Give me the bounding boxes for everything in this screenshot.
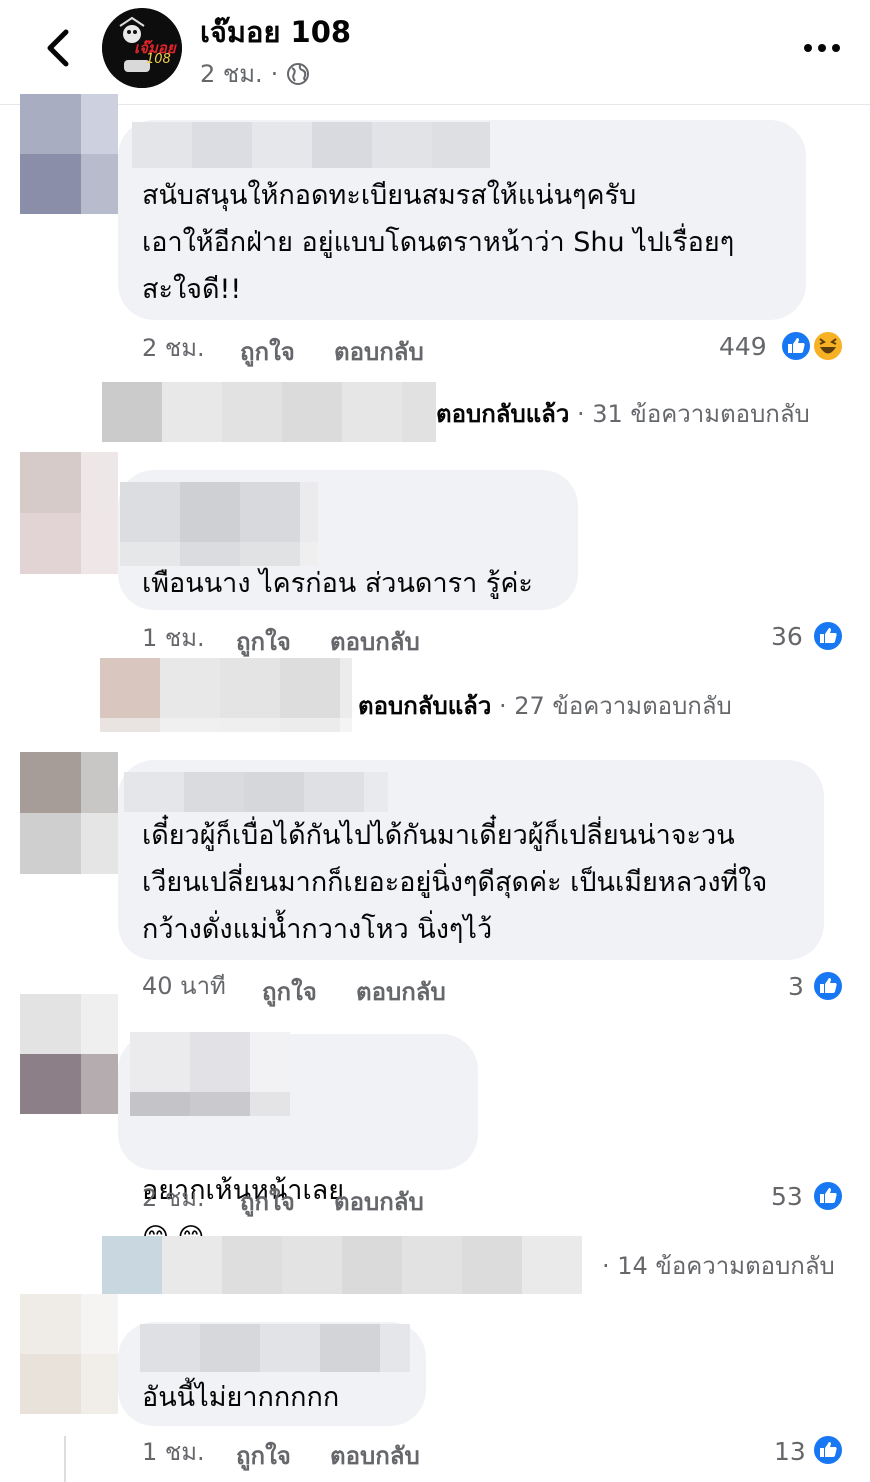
like-button[interactable]: ถูกใจ <box>240 1186 295 1218</box>
reply-button[interactable]: ตอบกลับ <box>330 1440 420 1472</box>
commenter-name-blurred[interactable] <box>120 482 318 566</box>
reaction-count[interactable]: 13 <box>774 1436 806 1468</box>
commenter-name-blurred[interactable] <box>124 772 388 812</box>
like-icon <box>780 330 812 362</box>
comment-time[interactable]: 2 ชม. <box>142 332 205 364</box>
thread-line <box>64 1436 66 1482</box>
reply-button[interactable]: ตอบกลับ <box>334 336 424 368</box>
back-button[interactable] <box>38 26 78 70</box>
reply-button[interactable]: ตอบกลับ <box>330 626 420 658</box>
comment-text: เดี๋ยวผู้ก็เบื่อได้กันไปได้กันมาเดี๋ยวผู… <box>142 820 768 945</box>
page-avatar[interactable]: เจ๊มอย 108 <box>102 8 182 88</box>
replier-avatar-blurred[interactable] <box>100 658 352 732</box>
reply-button[interactable]: ตอบกลับ <box>356 976 446 1008</box>
commenter-avatar-blurred[interactable] <box>20 994 118 1114</box>
commenter-avatar-blurred[interactable] <box>20 452 118 574</box>
replied-label: ตอบกลับแล้ว <box>358 692 492 720</box>
commenter-name-blurred[interactable] <box>140 1324 410 1372</box>
like-button[interactable]: ถูกใจ <box>262 976 317 1008</box>
comment-text: สนับสนุนให้กอดทะเบียนสมรสให้แน่นๆครับ เอ… <box>142 180 735 305</box>
replied-label: ตอบกลับแล้ว <box>436 400 570 428</box>
commenter-avatar-blurred[interactable] <box>20 94 118 214</box>
post-time: 2 ชม. <box>200 60 263 88</box>
reply-count: · 31 ข้อความตอบกลับ <box>577 400 810 428</box>
reaction-count[interactable]: 449 <box>719 331 767 363</box>
header-divider <box>0 104 870 105</box>
reaction-count[interactable]: 53 <box>771 1181 803 1213</box>
view-replies-link[interactable]: ตอบกลับแล้ว · 27 ข้อความตอบกลับ <box>358 690 732 722</box>
comment-time[interactable]: 1 ชม. <box>142 622 205 654</box>
replier-avatar-blurred[interactable] <box>102 382 436 442</box>
chevron-left-icon <box>47 29 69 67</box>
like-icon <box>812 620 844 652</box>
like-icon <box>812 970 844 1002</box>
comment-time[interactable]: 2 ชม. <box>142 1182 205 1214</box>
meta-separator: · <box>270 60 279 88</box>
reply-count: · 27 ข้อความตอบกลับ <box>499 692 732 720</box>
reaction-count[interactable]: 36 <box>771 621 803 653</box>
haha-icon <box>812 330 844 362</box>
logo-number: 108 <box>146 52 171 67</box>
like-button[interactable]: ถูกใจ <box>236 1440 291 1472</box>
view-replies-link[interactable]: · 14 ข้อความตอบกลับ <box>602 1250 835 1282</box>
reply-button[interactable]: ตอบกลับ <box>334 1186 424 1218</box>
replier-avatar-blurred[interactable] <box>102 1236 582 1294</box>
commenter-avatar-blurred[interactable] <box>20 1294 118 1414</box>
view-replies-link[interactable]: ตอบกลับแล้ว · 31 ข้อความตอบกลับ <box>436 398 810 430</box>
reply-count: · 14 ข้อความตอบกลับ <box>602 1252 835 1280</box>
reaction-count[interactable]: 3 <box>788 971 804 1003</box>
more-dots-icon <box>804 44 840 52</box>
commenter-name-blurred[interactable] <box>132 122 490 168</box>
like-button[interactable]: ถูกใจ <box>240 336 295 368</box>
page-title[interactable]: เจ๊มอย 108 <box>200 14 351 50</box>
more-options-button[interactable] <box>800 34 844 62</box>
like-icon <box>812 1180 844 1212</box>
commenter-avatar-blurred[interactable] <box>20 752 118 874</box>
post-meta: 2 ชม. · <box>200 58 310 90</box>
commenter-name-blurred[interactable] <box>130 1032 290 1116</box>
globe-icon <box>287 63 310 85</box>
comment-time[interactable]: 1 ชม. <box>142 1436 205 1468</box>
comment-text: อันนี้ไม่ยากกกกก <box>142 1382 340 1413</box>
like-icon <box>812 1434 844 1466</box>
like-button[interactable]: ถูกใจ <box>236 626 291 658</box>
comment-text: เพือนนาง ไครก่อน ส่วนดารา รู้ค่ะ <box>142 568 533 599</box>
comment-time[interactable]: 40 นาที <box>142 970 226 1002</box>
